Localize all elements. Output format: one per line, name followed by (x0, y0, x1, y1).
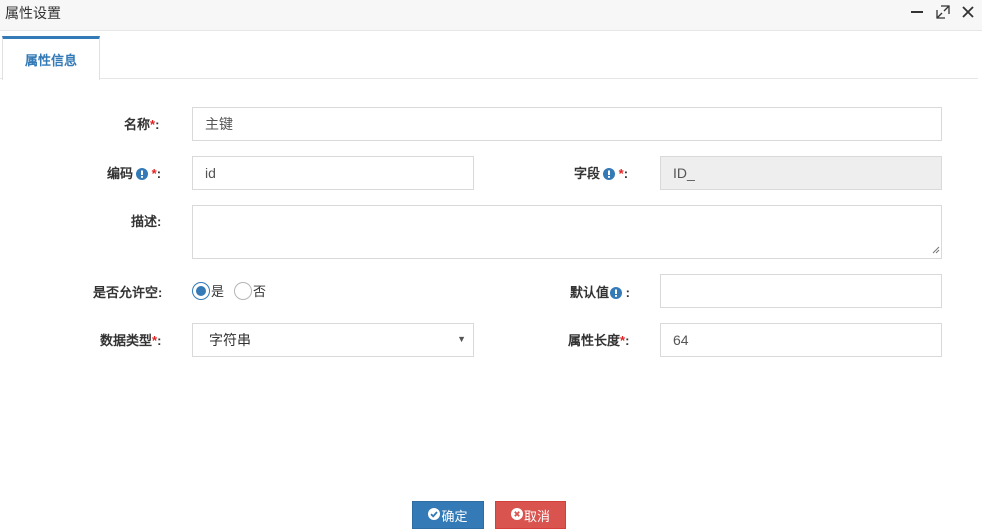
description-label: 描述: (131, 214, 162, 229)
maximize-icon[interactable] (933, 2, 953, 22)
name-field[interactable]: 主键 (192, 107, 942, 141)
length-field[interactable]: 64 (660, 323, 942, 357)
tab-bar: 属性信息 (0, 36, 978, 80)
data-type-selected: 字符串 (209, 332, 251, 348)
column-field: ID_ (660, 156, 942, 190)
info-icon (610, 287, 623, 302)
nullable-no-label: 否 (253, 284, 267, 299)
cancel-button-label: 取消 (523, 508, 550, 524)
minimize-icon[interactable] (907, 2, 927, 22)
default-value-field[interactable] (660, 274, 942, 308)
data-type-label: 数据类型*: (100, 333, 162, 348)
caret-down-icon: ▼ (457, 334, 466, 344)
nullable-yes-radio[interactable]: 是 (192, 281, 224, 300)
ok-button[interactable]: 确定 (412, 501, 484, 529)
radio-checked-icon (192, 281, 210, 300)
default-value-label: 默认值 : (570, 285, 630, 302)
window-title: 属性设置 (5, 5, 61, 21)
code-label: 编码 *: (107, 166, 162, 183)
length-label: 属性长度*: (568, 333, 630, 348)
nullable-label: 是否允许空: (93, 285, 163, 300)
info-icon (136, 168, 149, 183)
close-icon[interactable] (958, 2, 978, 22)
nullable-yes-label: 是 (211, 284, 225, 299)
check-circle-icon (428, 507, 441, 523)
resize-grip-icon[interactable] (932, 242, 940, 257)
nullable-no-radio[interactable]: 否 (234, 281, 266, 300)
times-circle-icon (510, 507, 524, 523)
radio-unchecked-icon (234, 281, 253, 300)
info-icon (603, 168, 616, 183)
cancel-button[interactable]: 取消 (495, 501, 566, 529)
name-label: 名称*: (124, 117, 160, 132)
code-field[interactable]: id (192, 156, 474, 190)
tab-property-info[interactable]: 属性信息 (2, 36, 100, 80)
window-titlebar: 属性设置 (0, 0, 982, 31)
column-label: 字段 *: (574, 166, 629, 183)
data-type-select[interactable]: 字符串 ▼ (192, 323, 474, 357)
nullable-radio-group: 是 否 (192, 281, 266, 300)
description-textarea[interactable] (192, 205, 942, 259)
ok-button-label: 确定 (441, 508, 468, 524)
